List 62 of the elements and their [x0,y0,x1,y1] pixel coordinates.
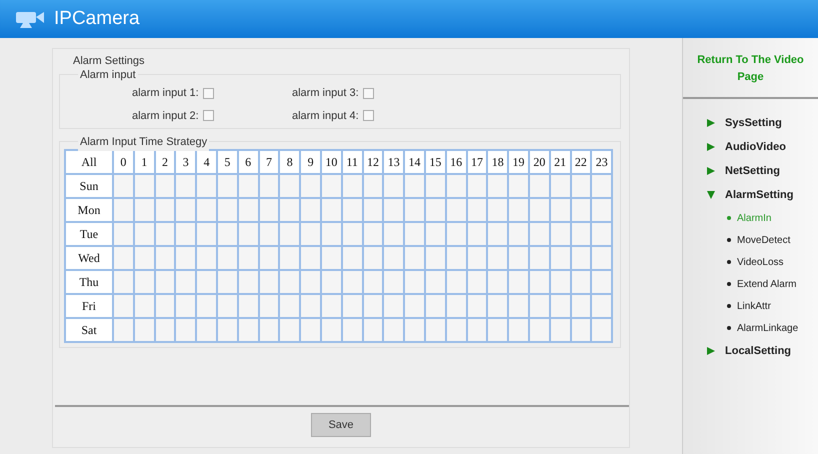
menu-label: LocalSetting [725,344,792,359]
hour-header[interactable]: 4 [196,150,217,174]
bullet-icon [727,260,731,264]
checkbox-label: alarm input 3: [292,86,359,101]
bullet-icon [727,238,731,242]
hour-header[interactable]: 18 [487,150,508,174]
hour-header[interactable]: 8 [279,150,300,174]
hour-header[interactable]: 20 [528,150,550,174]
bullet-icon [727,282,731,286]
bullet-icon [727,304,731,308]
hour-header[interactable]: 7 [258,150,280,174]
checkbox[interactable] [362,88,374,99]
hour-header[interactable]: 23 [591,150,612,174]
hour-header[interactable]: 17 [466,150,488,174]
menu-label: SysSetting [725,116,782,131]
hour-header[interactable]: 6 [238,150,259,174]
checkbox[interactable] [202,110,214,122]
menu-label: AlarmSetting [725,188,794,203]
select-all-cell[interactable]: All [65,150,113,174]
submenu-item[interactable]: VideoLoss [683,251,818,273]
day-header[interactable]: Fri [65,294,113,318]
hour-header[interactable]: 15 [424,150,446,174]
menu-item[interactable]: NetSetting [683,159,818,183]
menu-label: AudioVideo [725,140,786,155]
submenu-item[interactable]: MoveDetect [683,229,818,251]
checkbox[interactable] [202,88,214,99]
submenu-item[interactable]: AlarmLinkage [683,317,818,339]
hour-header[interactable]: 11 [342,150,363,174]
hour-header[interactable]: 12 [362,150,384,174]
bullet-icon [727,326,731,330]
hour-header[interactable]: 14 [404,150,425,174]
day-header[interactable]: Thu [65,270,113,294]
menu-label: NetSetting [725,164,780,179]
day-header[interactable]: Tue [65,222,113,246]
hour-header[interactable]: 5 [216,150,238,174]
checkbox-label: alarm input 4: [292,108,359,124]
menu-item[interactable]: LocalSetting [683,339,818,363]
submenu-item[interactable]: Extend Alarm [683,273,818,295]
day-header[interactable]: Wed [65,246,113,270]
menu-item[interactable]: AlarmSetting [683,183,818,207]
submenu-item[interactable]: LinkAttr [683,295,818,317]
app-title: IPCamera [54,6,140,31]
hour-header[interactable]: 9 [300,150,321,174]
panel-title: Alarm Settings [72,54,146,69]
bullet-icon [727,216,731,220]
day-header[interactable]: Sun [65,174,113,198]
hour-header[interactable]: 10 [320,150,342,174]
save-button[interactable]: Save [311,412,371,437]
hour-header[interactable]: 16 [446,150,467,174]
checkbox-label: alarm input 1: [132,86,199,101]
menu-item[interactable]: SysSetting [683,111,818,135]
hour-header[interactable]: 13 [383,150,404,174]
checkbox[interactable] [362,110,374,122]
hour-header[interactable]: 21 [550,150,571,174]
checkbox-label: alarm input 2: [132,108,199,124]
day-header[interactable]: Sat [65,318,113,342]
menu-item[interactable]: AudioVideo [683,135,818,159]
hour-header[interactable]: 22 [570,150,592,174]
day-header[interactable]: Mon [65,198,113,222]
group-title: Alarm Input Time Strategy [78,134,210,150]
hour-header[interactable]: 19 [508,150,529,174]
video-camera-icon [16,10,46,28]
